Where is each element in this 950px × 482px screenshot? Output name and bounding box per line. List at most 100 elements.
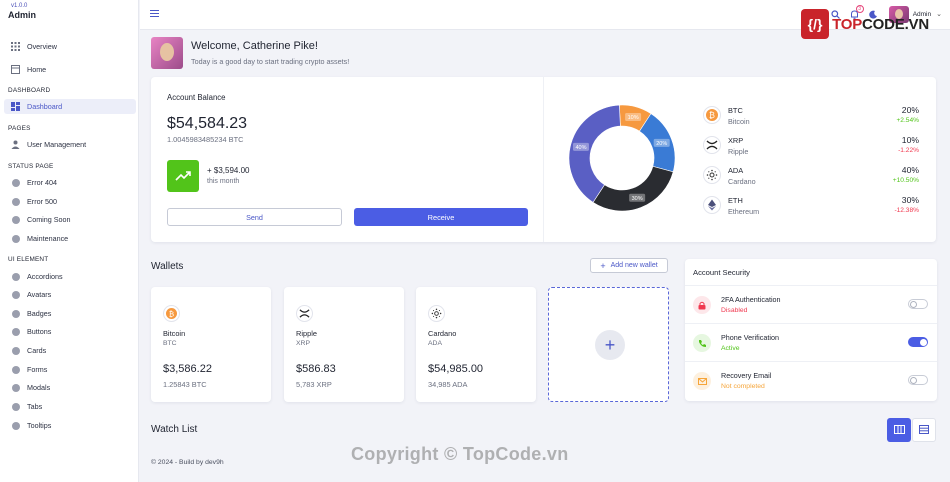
wallet-card-cardano[interactable]: Cardano ADA $54,985.00 34,985 ADA (416, 287, 536, 402)
sidebar-item-coming-soon[interactable]: Coming Soon (4, 212, 136, 227)
coin-row-eth[interactable]: ETH Ethereum 30% -12.38% (703, 195, 933, 222)
copyright-watermark: Copyright © TopCode.vn (351, 444, 569, 464)
coin-symbol: ETH (728, 196, 743, 205)
ripple-icon (703, 136, 721, 154)
sidebar-item-label: Overview (27, 42, 57, 51)
sidebar-item-cards[interactable]: Cards (4, 343, 136, 358)
menu-toggle-icon[interactable] (150, 10, 159, 18)
sidebar-item-label: Cards (27, 346, 47, 355)
coin-name: Ethereum (728, 207, 760, 216)
dot-icon (11, 421, 20, 430)
wallet-amount: 5,783 XRP (296, 380, 332, 389)
security-title: Account Security (693, 268, 750, 277)
sidebar-item-user-management[interactable]: User Management (4, 137, 136, 152)
svg-text:10%: 10% (628, 115, 639, 121)
sidebar-item-label: Tabs (27, 402, 43, 411)
sidebar-item-label: Error 404 (27, 178, 57, 187)
coin-row-btc[interactable]: ₿ BTC Bitcoin 20% +2.54% (703, 105, 933, 132)
sidebar-item-avatars[interactable]: Avatars (4, 287, 136, 302)
chevron-down-icon[interactable]: ⌄ (936, 10, 942, 18)
welcome-subtitle: Today is a good day to start trading cry… (191, 57, 350, 66)
coin-symbol: ADA (728, 166, 744, 175)
wallet-card-ripple[interactable]: Ripple XRP $586.83 5,783 XRP (284, 287, 404, 402)
donut-slice-eth[interactable] (568, 104, 621, 203)
sidebar-item-maintenance[interactable]: Maintenance (4, 231, 136, 246)
sidebar-item-forms[interactable]: Forms (4, 362, 136, 377)
dot-icon (11, 234, 20, 243)
phone-verification-toggle[interactable] (908, 337, 928, 347)
coin-row-ada[interactable]: ADA Cardano 40% +10.50% (703, 165, 933, 192)
wallet-usd: $3,586.22 (163, 363, 212, 375)
wallet-card-bitcoin[interactable]: ₿ Bitcoin BTC $3,586.22 1.25843 BTC (151, 287, 271, 402)
sidebar-item-label: Dashboard (27, 102, 63, 111)
coin-change: +2.54% (896, 117, 919, 124)
balance-change: + $3,594.00 (207, 166, 250, 175)
dot-icon (11, 272, 20, 281)
wallet-usd: $54,985.00 (428, 363, 484, 375)
sidebar-item-label: Badges (27, 309, 52, 318)
logo-text: TOPCODE.VN (832, 15, 929, 33)
sidebar-item-home[interactable]: Home (4, 62, 136, 77)
sidebar-item-label: Avatars (27, 290, 52, 299)
cardano-icon (703, 166, 721, 184)
version-label: v1.0.0 (11, 3, 28, 9)
sidebar-item-error-500[interactable]: Error 500 (4, 194, 136, 209)
sidebar-item-label: User Management (27, 140, 87, 149)
svg-text:₿: ₿ (169, 309, 175, 318)
add-wallet-card[interactable]: + (548, 287, 669, 402)
coin-row-xrp[interactable]: XRP Ripple 10% -1.22% (703, 135, 933, 162)
security-row-phone: Phone Verification Active (685, 323, 937, 361)
coin-percent: 40% (901, 165, 919, 175)
balance-change-period: this month (207, 178, 240, 185)
sidebar-item-label: Modals (27, 383, 51, 392)
sidebar-item-badges[interactable]: Badges (4, 306, 136, 321)
donut-label-xrp: 20% (653, 138, 670, 147)
sidebar-item-tabs[interactable]: Tabs (4, 399, 136, 414)
receive-button[interactable]: Receive (354, 208, 528, 226)
phone-icon (693, 334, 711, 352)
grid-view-button[interactable] (887, 418, 911, 442)
logo-mark-icon: {/} (801, 9, 830, 39)
dot-icon (11, 383, 20, 392)
sidebar-item-buttons[interactable]: Buttons (4, 324, 136, 339)
security-row-2fa: 2FA Authentication Disabled (685, 285, 937, 323)
section-status: STATUS PAGE (8, 163, 54, 170)
wallet-symbol: BTC (163, 340, 177, 347)
coin-change: -1.22% (898, 147, 919, 154)
dot-icon (11, 402, 20, 411)
security-item-status: Not completed (721, 383, 765, 390)
sidebar-item-label: Maintenance (27, 234, 69, 243)
dot-icon (11, 215, 20, 224)
2fa-toggle[interactable] (908, 299, 928, 309)
wallet-usd: $586.83 (296, 363, 336, 375)
donut-label-ada: 30% (629, 193, 646, 202)
sidebar-item-label: Home (27, 65, 47, 74)
welcome-title: Welcome, Catherine Pike! (191, 40, 318, 52)
donut-slice-ada[interactable] (592, 165, 674, 212)
sidebar-item-error-404[interactable]: Error 404 (4, 175, 136, 190)
sidebar-item-dashboard[interactable]: Dashboard (4, 99, 136, 114)
sidebar-item-overview[interactable]: Overview (4, 39, 136, 54)
coin-name: Bitcoin (728, 117, 750, 126)
sidebar-item-modals[interactable]: Modals (4, 380, 136, 395)
card-divider (543, 77, 544, 242)
coin-change: +10.50% (892, 177, 919, 184)
sidebar-item-label: Buttons (27, 327, 52, 336)
sidebar-item-accordions[interactable]: Accordions (4, 269, 136, 284)
sidebar-item-label: Tooltips (27, 421, 52, 430)
send-button[interactable]: Send (167, 208, 342, 226)
dot-icon (11, 346, 20, 355)
account-security-card: Account Security 2FA Authentication Disa… (685, 259, 937, 401)
list-view-button[interactable] (912, 418, 936, 442)
sidebar-item-tooltips[interactable]: Tooltips (4, 418, 136, 433)
allocation-donut-chart: 10% 20% 30% 40% (568, 104, 676, 212)
grid-icon (11, 42, 20, 51)
recovery-email-toggle[interactable] (908, 375, 928, 385)
plus-icon: + (600, 260, 606, 271)
brand[interactable]: v1.0.0 Admin (8, 3, 36, 20)
dot-icon (11, 327, 20, 336)
dot-icon (11, 178, 20, 187)
svg-text:20%: 20% (656, 141, 667, 147)
add-wallet-button[interactable]: + Add new wallet (590, 258, 668, 273)
section-ui: UI ELEMENT (8, 256, 49, 263)
